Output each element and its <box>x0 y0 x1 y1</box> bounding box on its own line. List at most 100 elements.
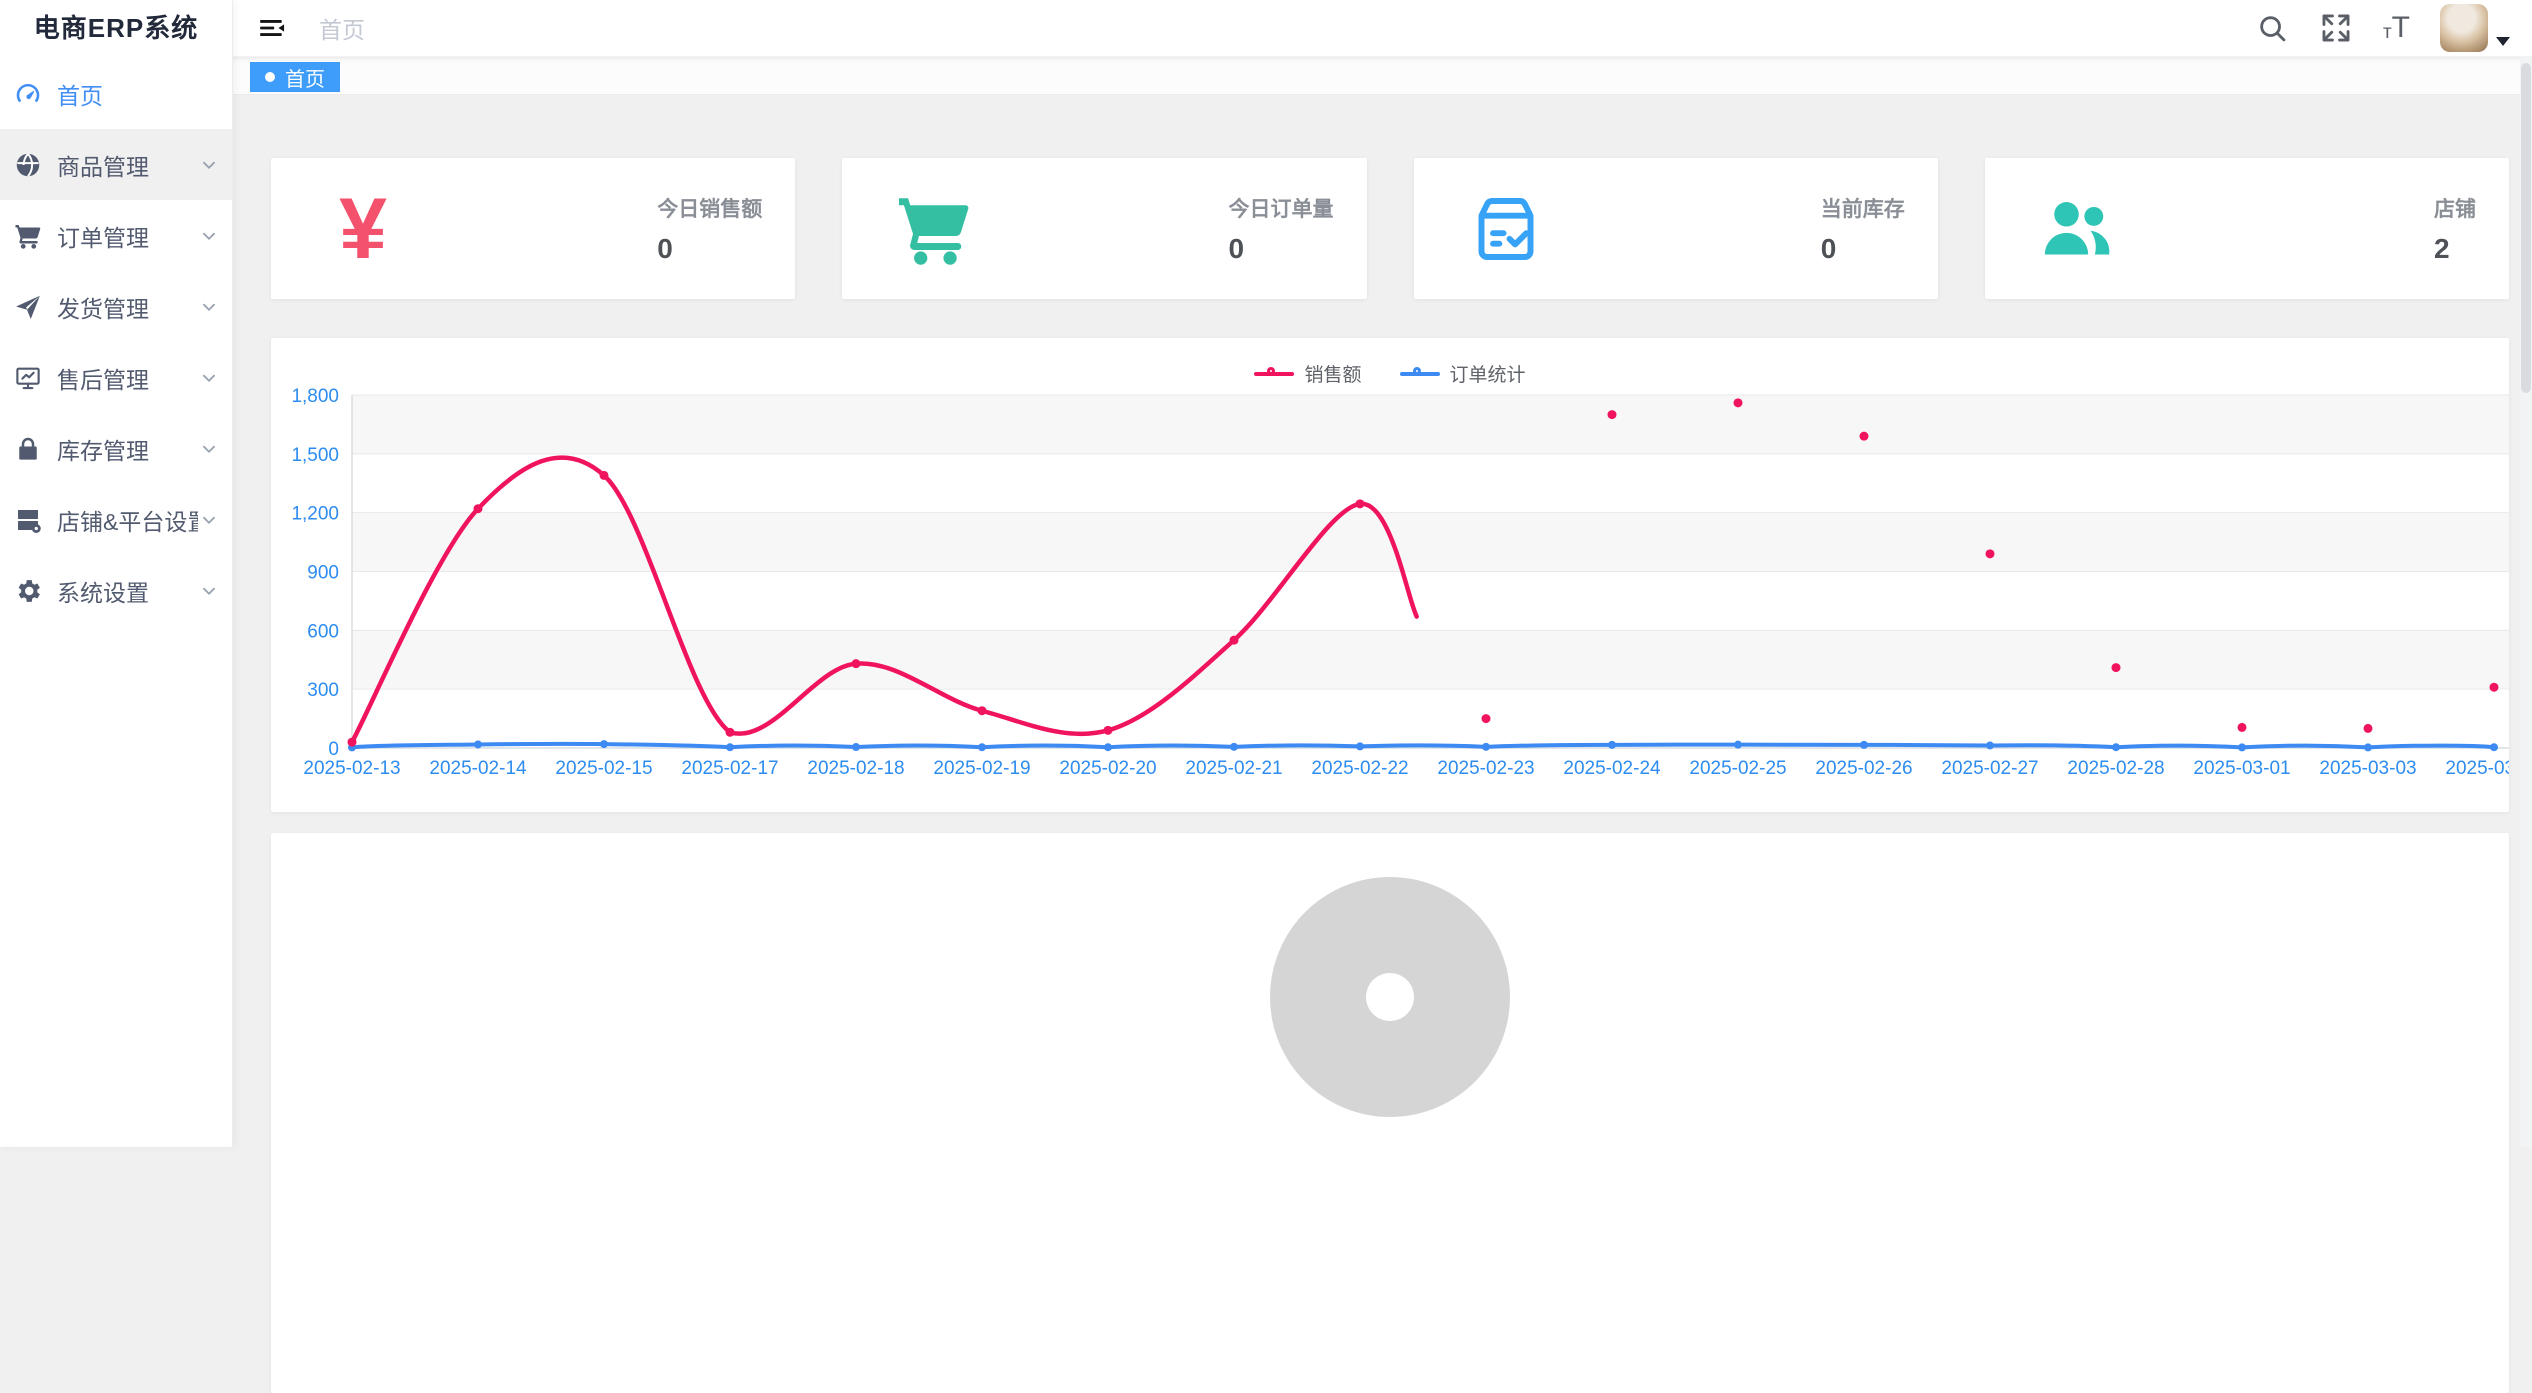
user-menu[interactable] <box>2440 4 2510 52</box>
legend-label: 销售额 <box>1304 360 1361 387</box>
svg-text:2025-02-20: 2025-02-20 <box>1059 758 1156 779</box>
box-check-icon <box>1456 179 1556 279</box>
stat-card-shops: 店铺 2 <box>1985 158 2509 299</box>
sidebar-item-label: 订单管理 <box>57 219 149 253</box>
stat-card-value: 0 <box>1821 233 1905 265</box>
chevron-down-icon <box>198 438 220 460</box>
tab-home[interactable]: 首页 <box>250 62 340 92</box>
sidebar-item-label: 发货管理 <box>57 290 149 324</box>
svg-text:2025-02-22: 2025-02-22 <box>1311 758 1408 779</box>
svg-text:2025-02-15: 2025-02-15 <box>555 758 652 779</box>
stat-card-meta: 当前库存 0 <box>1821 193 1905 265</box>
sales-line-chart: 03006009001,2001,5001,8002025-02-132025-… <box>271 338 2509 812</box>
users-icon <box>2027 179 2127 279</box>
svg-text:2025-02-14: 2025-02-14 <box>429 758 527 779</box>
stat-card-inventory: 当前库存 0 <box>1414 158 1938 299</box>
chevron-down-icon <box>198 580 220 602</box>
legend-item-sales[interactable]: 销售额 <box>1254 360 1361 387</box>
scrollbar-thumb[interactable] <box>2521 63 2531 393</box>
sidebar-item-system-settings[interactable]: 系统设置 <box>0 555 232 626</box>
svg-text:2025-03-01: 2025-03-01 <box>2193 758 2290 779</box>
svg-text:2025-02-13: 2025-02-13 <box>303 758 400 779</box>
lock-icon <box>13 434 43 464</box>
sidebar-item-label: 库存管理 <box>57 432 149 466</box>
legend-marker <box>1400 372 1440 376</box>
sidebar-item-label: 系统设置 <box>57 574 149 608</box>
monitor-check-icon <box>13 363 43 393</box>
svg-text:2025-02-28: 2025-02-28 <box>2067 758 2164 779</box>
stat-card-value: 2 <box>2434 233 2476 265</box>
svg-text:1,800: 1,800 <box>291 386 339 407</box>
svg-text:2025-02-21: 2025-02-21 <box>1185 758 1282 779</box>
app-title: 电商ERP系统 <box>0 0 232 57</box>
sidebar-item-shipping[interactable]: 发货管理 <box>0 271 232 342</box>
donut-chart-placeholder <box>1270 877 1510 1117</box>
fullscreen-icon[interactable] <box>2319 11 2353 45</box>
tab-active-dot <box>265 72 275 82</box>
chevron-down-icon <box>198 296 220 318</box>
cart-icon <box>13 221 43 251</box>
cart-icon <box>884 179 984 279</box>
svg-text:1,200: 1,200 <box>291 504 339 525</box>
chevron-down-icon <box>198 225 220 247</box>
sales-line-chart-panel: 销售额订单统计 03006009001,2001,5001,8002025-02… <box>271 338 2509 812</box>
sidebar-item-label: 售后管理 <box>57 361 149 395</box>
donut-hole <box>1366 973 1414 1021</box>
svg-text:2025-02-24: 2025-02-24 <box>1563 758 1661 779</box>
search-icon[interactable] <box>2255 11 2289 45</box>
stat-card-label: 当前库存 <box>1821 193 1905 223</box>
sidebar-item-home[interactable]: 首页 <box>0 58 232 129</box>
vertical-scrollbar[interactable] <box>2520 57 2532 1147</box>
collapse-menu-icon[interactable] <box>251 8 293 48</box>
sidebar-item-inventory[interactable]: 库存管理 <box>0 413 232 484</box>
sidebar-item-label: 商品管理 <box>57 148 149 182</box>
globe-icon <box>13 150 43 180</box>
topbar-actions: тT <box>2255 4 2532 52</box>
svg-text:2025-02-17: 2025-02-17 <box>681 758 778 779</box>
svg-text:900: 900 <box>307 563 339 584</box>
chart-legend: 销售额 订单统计 <box>271 360 2509 387</box>
svg-text:300: 300 <box>307 680 339 701</box>
sidebar-item-shop-settings[interactable]: 店铺&平台设置 <box>0 484 232 555</box>
yen-icon: ¥ <box>313 179 413 279</box>
stat-card-value: 0 <box>657 233 762 265</box>
svg-text:2025-02-27: 2025-02-27 <box>1941 758 2038 779</box>
sidebar: 电商ERP系统 首页商品管理订单管理发货管理售后管理库存管理店铺&平台设置系统设… <box>0 0 233 1147</box>
sidebar-menu: 首页商品管理订单管理发货管理售后管理库存管理店铺&平台设置系统设置 <box>0 58 232 626</box>
svg-text:2025-02-19: 2025-02-19 <box>933 758 1030 779</box>
stat-cards-row: ¥ 今日销售额 0 今日订单量 0 当前库存 0 店铺 2 <box>271 158 2509 299</box>
stat-card-meta: 今日销售额 0 <box>657 193 762 265</box>
stat-card-label: 今日订单量 <box>1229 193 1334 223</box>
stat-card-label: 店铺 <box>2434 193 2476 223</box>
topbar: 首页 тT <box>233 0 2532 57</box>
svg-text:600: 600 <box>307 621 339 642</box>
stat-card-meta: 店铺 2 <box>2434 193 2476 265</box>
shop-settings-icon <box>13 505 43 535</box>
tab-label: 首页 <box>285 63 325 92</box>
sidebar-item-label: 首页 <box>57 77 103 111</box>
svg-text:2025-03-03: 2025-03-03 <box>2319 758 2416 779</box>
breadcrumb[interactable]: 首页 <box>319 11 365 45</box>
tab-bar: 首页 <box>233 57 2532 95</box>
svg-text:0: 0 <box>328 739 339 760</box>
svg-text:2025-02-18: 2025-02-18 <box>807 758 904 779</box>
sidebar-item-order[interactable]: 订单管理 <box>0 200 232 271</box>
legend-label: 订单统计 <box>1450 360 1526 387</box>
stat-card-value: 0 <box>1229 233 1334 265</box>
font-size-icon[interactable]: тT <box>2383 13 2410 43</box>
chevron-down-icon <box>198 367 220 389</box>
gear-icon <box>13 576 43 606</box>
svg-text:2025-03-04: 2025-03-04 <box>2445 758 2509 779</box>
chevron-down-icon <box>198 154 220 176</box>
user-avatar[interactable] <box>2440 4 2488 52</box>
svg-text:2025-02-25: 2025-02-25 <box>1689 758 1786 779</box>
sidebar-item-label: 店铺&平台设置 <box>57 503 198 537</box>
legend-item-orders[interactable]: 订单统计 <box>1400 360 1526 387</box>
stat-card-today-sales: ¥ 今日销售额 0 <box>271 158 795 299</box>
stat-card-label: 今日销售额 <box>657 193 762 223</box>
main-content: ¥ 今日销售额 0 今日订单量 0 当前库存 0 店铺 2 销售额 订单统计 0 300 600 900… <box>233 95 2532 1147</box>
sidebar-item-aftersale[interactable]: 售后管理 <box>0 342 232 413</box>
donut-chart-panel <box>271 833 2509 1393</box>
sidebar-item-product[interactable]: 商品管理 <box>0 129 232 200</box>
send-icon <box>13 292 43 322</box>
